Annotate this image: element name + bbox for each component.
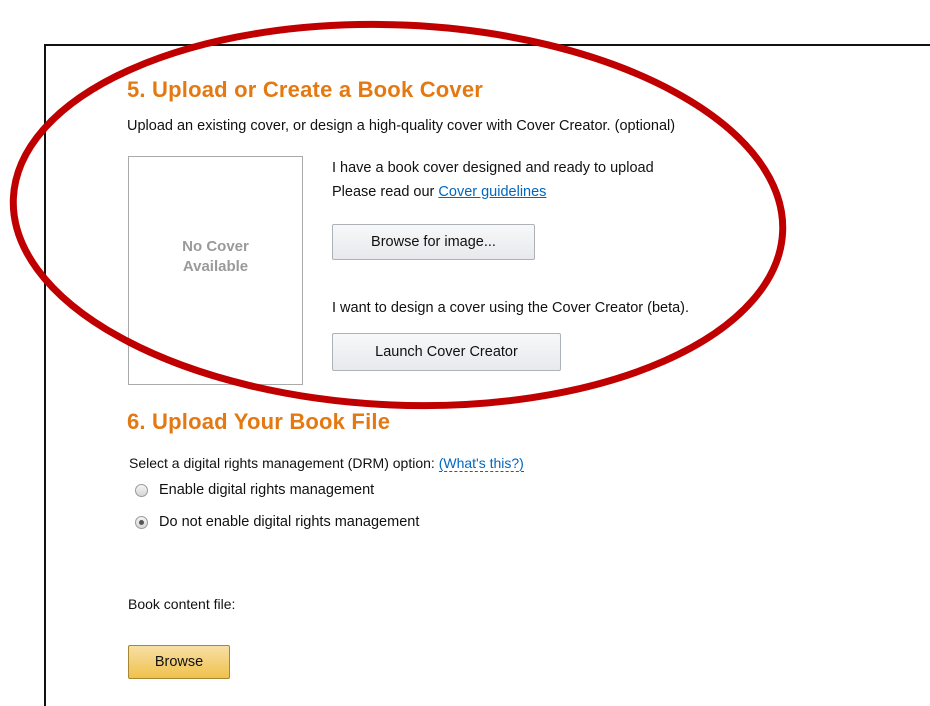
guidelines-line: Please read our Cover guidelines [332,184,546,200]
cover-preview-box: No Cover Available [128,156,303,385]
drm-help-link[interactable]: (What's this?) [438,455,524,472]
browse-for-image-button[interactable]: Browse for image... [332,224,535,260]
drm-option-enable-label: Enable digital rights management [159,482,375,498]
guidelines-prefix: Please read our [332,184,439,200]
browse-book-file-button[interactable]: Browse [128,645,230,679]
radio-disable-drm[interactable] [135,516,148,529]
no-cover-line1: No Cover [182,238,249,255]
section-5-subtitle: Upload an existing cover, or design a hi… [127,118,676,134]
no-cover-placeholder: No Cover Available [129,237,302,277]
book-content-file-label: Book content file: [128,596,236,612]
radio-enable-drm[interactable] [135,484,148,497]
cover-guidelines-link[interactable]: Cover guidelines [438,184,546,200]
launch-cover-creator-button[interactable]: Launch Cover Creator [332,333,561,371]
drm-option-disable-label: Do not enable digital rights management [159,514,420,530]
design-cover-text: I want to design a cover using the Cover… [332,300,690,316]
have-cover-text: I have a book cover designed and ready t… [332,160,654,176]
section-6-title: 6. Upload Your Book File [127,409,391,434]
drm-prompt-line: Select a digital rights management (DRM)… [129,455,524,472]
no-cover-line2: Available [182,258,249,275]
section-5-title: 5. Upload or Create a Book Cover [127,77,484,102]
radio-selected-dot [139,520,144,525]
drm-prompt: Select a digital rights management (DRM)… [129,455,439,471]
